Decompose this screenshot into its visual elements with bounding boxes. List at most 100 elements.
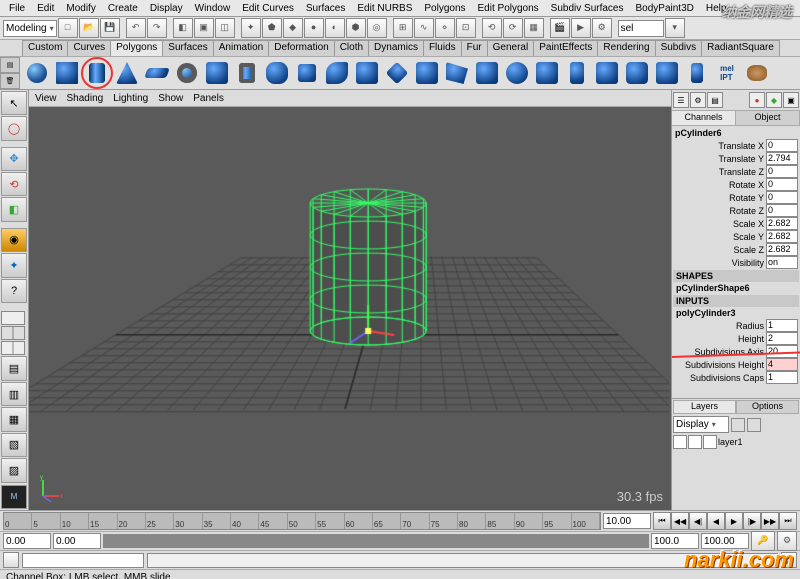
channel-box-icon[interactable]: ▤	[707, 92, 723, 108]
channel-value[interactable]: 2.682	[766, 243, 798, 256]
input-value[interactable]: 1	[766, 319, 798, 332]
play-back-button[interactable]: ◀	[707, 512, 725, 530]
time-track[interactable]: 0510152025303540455055606570758085909510…	[3, 512, 601, 530]
layout-preset[interactable]: ▦	[1, 407, 27, 431]
script-editor-button[interactable]: ▤	[781, 552, 797, 568]
poly-tool-button[interactable]	[683, 59, 711, 87]
snap-curve-button[interactable]: ∿	[414, 18, 434, 38]
poly-plane-button[interactable]	[143, 59, 171, 87]
poly-tool-button[interactable]	[503, 59, 531, 87]
poly-tool-button[interactable]	[293, 59, 321, 87]
play-forward-button[interactable]: ▶	[725, 512, 743, 530]
show-icon[interactable]: ▣	[783, 92, 799, 108]
shelf-tab-animation[interactable]: Animation	[213, 40, 269, 56]
poly-helix-button[interactable]	[263, 59, 291, 87]
menu-create[interactable]: Create	[102, 2, 144, 15]
render-globals-button[interactable]: ⚙	[592, 18, 612, 38]
shelf-tab-subdivs[interactable]: Subdivs	[655, 40, 703, 56]
step-back-button[interactable]: ◀|	[689, 512, 707, 530]
prefs-button[interactable]: ⚙	[777, 531, 797, 551]
poly-tool-button[interactable]	[353, 59, 381, 87]
channel-value[interactable]: 2.682	[766, 217, 798, 230]
history-button[interactable]: ⟳	[503, 18, 523, 38]
shelf-tab-painteffects[interactable]: PaintEffects	[533, 40, 598, 56]
shelf-tab-cloth[interactable]: Cloth	[334, 40, 369, 56]
soft-mod-tool[interactable]: ◉	[1, 228, 27, 252]
history-button[interactable]: ▦	[524, 18, 544, 38]
menu-edit[interactable]: Edit	[31, 2, 60, 15]
mode-selector[interactable]: Modeling	[3, 20, 57, 37]
shelf-tab-rendering[interactable]: Rendering	[597, 40, 655, 56]
layout-preset[interactable]: ▧	[1, 433, 27, 457]
move-tool[interactable]: ✥	[1, 147, 27, 171]
vp-menu-show[interactable]: Show	[158, 93, 183, 104]
poly-prism-button[interactable]	[203, 59, 231, 87]
menu-window[interactable]: Window	[189, 2, 237, 15]
poly-cube-button[interactable]	[53, 59, 81, 87]
ipr-button[interactable]: ▶	[571, 18, 591, 38]
mask-button[interactable]: ●	[304, 18, 324, 38]
input-value[interactable]: 4	[766, 358, 798, 371]
attribute-editor-icon[interactable]: ☰	[673, 92, 689, 108]
go-to-end-button[interactable]: ⏭	[779, 512, 797, 530]
layer-row[interactable]: layer1	[673, 435, 799, 449]
rotate-tool[interactable]: ⟲	[1, 172, 27, 196]
shelf-tab-polygons[interactable]: Polygons	[110, 40, 163, 56]
single-pane-layout[interactable]	[1, 311, 25, 325]
layer-type-toggle[interactable]	[688, 435, 702, 449]
show-icon[interactable]: ◆	[766, 92, 782, 108]
quick-select-toggle[interactable]: ▾	[665, 18, 685, 38]
channel-value[interactable]: 0	[766, 204, 798, 217]
new-scene-button[interactable]: □	[58, 18, 78, 38]
shelf-tab-curves[interactable]: Curves	[67, 40, 111, 56]
mask-button[interactable]: ◆	[283, 18, 303, 38]
channel-value[interactable]: 2.794	[766, 152, 798, 165]
snap-grid-button[interactable]: ⊞	[393, 18, 413, 38]
options-tab[interactable]: Options	[736, 400, 799, 414]
channel-value[interactable]: 0	[766, 178, 798, 191]
new-layer-assign-button[interactable]	[747, 418, 761, 432]
four-pane-layout[interactable]	[1, 326, 25, 340]
channels-tab[interactable]: Channels	[672, 111, 736, 125]
shelf-tab-general[interactable]: General	[487, 40, 535, 56]
menu-edit-polygons[interactable]: Edit Polygons	[472, 2, 545, 15]
vp-menu-panels[interactable]: Panels	[193, 93, 224, 104]
layers-tab[interactable]: Layers	[673, 400, 736, 414]
shape-name[interactable]: pCylinderShape6	[673, 282, 799, 294]
poly-tool-button[interactable]	[383, 59, 411, 87]
anim-start-field[interactable]: 0.00	[3, 533, 51, 549]
tool-settings-icon[interactable]: ⚙	[690, 92, 706, 108]
mel-toggle[interactable]	[3, 552, 19, 568]
misc-shelf-button[interactable]	[743, 59, 771, 87]
layer-color-swatch[interactable]	[703, 435, 717, 449]
input-value[interactable]: 2	[766, 332, 798, 345]
shelf-tab-dynamics[interactable]: Dynamics	[368, 40, 424, 56]
shelf-tab-fluids[interactable]: Fluids	[423, 40, 462, 56]
open-scene-button[interactable]: 📂	[79, 18, 99, 38]
snap-view-button[interactable]: ⊡	[456, 18, 476, 38]
object-name-label[interactable]: pCylinder6	[673, 127, 799, 139]
channel-value[interactable]: 0	[766, 139, 798, 152]
poly-tool-button[interactable]	[593, 59, 621, 87]
poly-tool-button[interactable]	[563, 59, 591, 87]
select-object-button[interactable]: ▣	[194, 18, 214, 38]
step-forward-key-button[interactable]: ▶▶	[761, 512, 779, 530]
poly-tool-button[interactable]	[443, 59, 471, 87]
layer-visibility-toggle[interactable]	[673, 435, 687, 449]
undo-button[interactable]: ↶	[126, 18, 146, 38]
menu-subdiv-surfaces[interactable]: Subdiv Surfaces	[545, 2, 630, 15]
range-end-field[interactable]: 100.0	[651, 533, 699, 549]
poly-torus-button[interactable]	[173, 59, 201, 87]
select-tool[interactable]: ↖	[1, 91, 27, 115]
channel-value[interactable]: 2.682	[766, 230, 798, 243]
poly-tool-button[interactable]	[413, 59, 441, 87]
shelf-tab-deformation[interactable]: Deformation	[268, 40, 334, 56]
vp-menu-view[interactable]: View	[35, 93, 57, 104]
new-layer-button[interactable]	[731, 418, 745, 432]
menu-display[interactable]: Display	[144, 2, 189, 15]
menu-surfaces[interactable]: Surfaces	[300, 2, 351, 15]
step-back-key-button[interactable]: ◀◀	[671, 512, 689, 530]
poly-pipe-button[interactable]	[233, 59, 261, 87]
mask-button[interactable]: ◐	[325, 18, 345, 38]
poly-cone-button[interactable]	[113, 59, 141, 87]
